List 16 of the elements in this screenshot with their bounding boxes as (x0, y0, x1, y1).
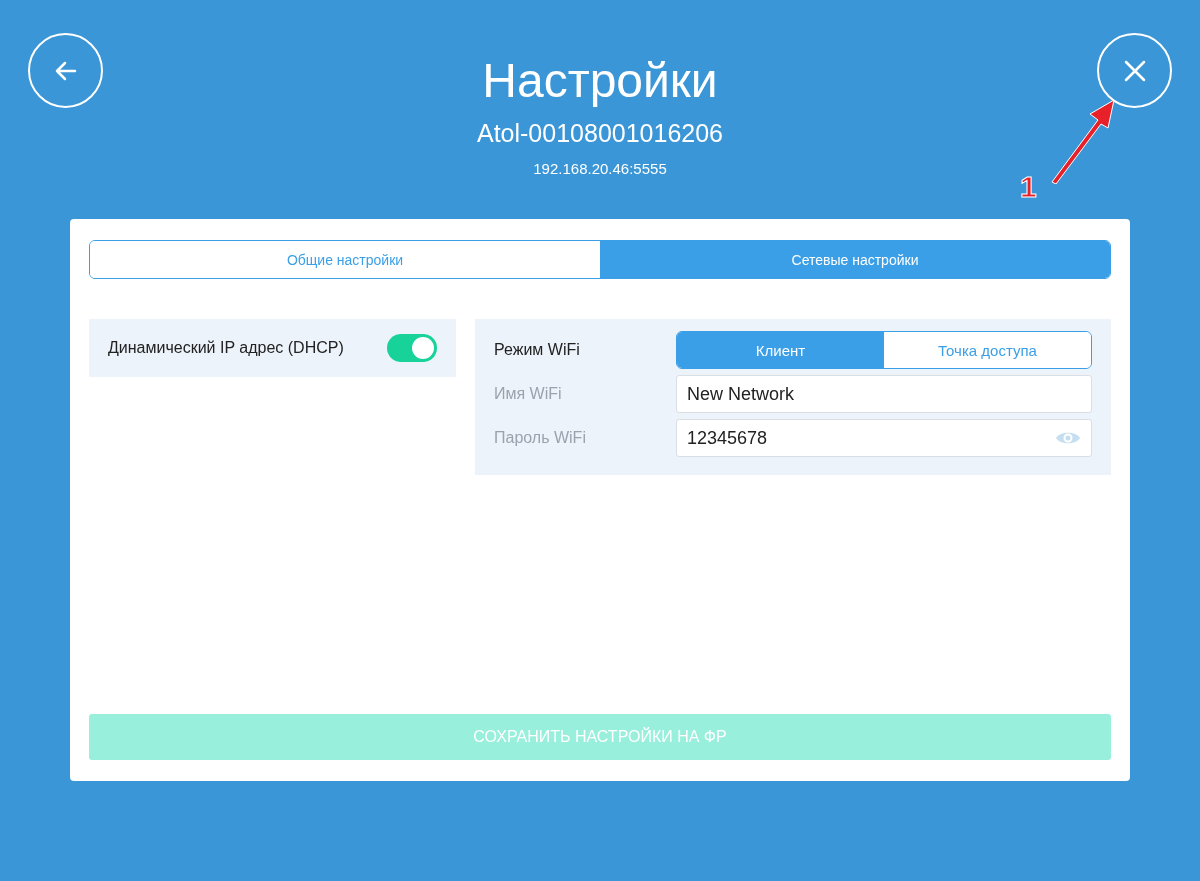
field-label: Имя WiFi (494, 385, 563, 403)
password-field[interactable]: 12345678 (676, 419, 1092, 457)
close-icon (1123, 59, 1146, 82)
device-name: Atol-00108001016206 (476, 119, 724, 148)
settings-tab[interactable]: Сетевые настройки (600, 241, 1110, 278)
field-label: Пароль WiFi (494, 429, 587, 447)
device-address: 192.168.20.46:5555 (533, 160, 667, 177)
annotation-number: 1 (1020, 170, 1037, 204)
wifi-mode-option[interactable]: Точка доступа (884, 332, 1091, 368)
back-button[interactable] (28, 33, 103, 108)
dhcp-label: Динамический IP адрес (DHCP) (108, 339, 344, 357)
wifi-mode-label: Режим WiFi (494, 341, 581, 359)
input-field[interactable]: New Network (676, 375, 1092, 413)
page-title: Настройки (482, 53, 718, 109)
dhcp-toggle[interactable] (387, 334, 437, 362)
wifi-mode-option[interactable]: Клиент (677, 332, 884, 368)
